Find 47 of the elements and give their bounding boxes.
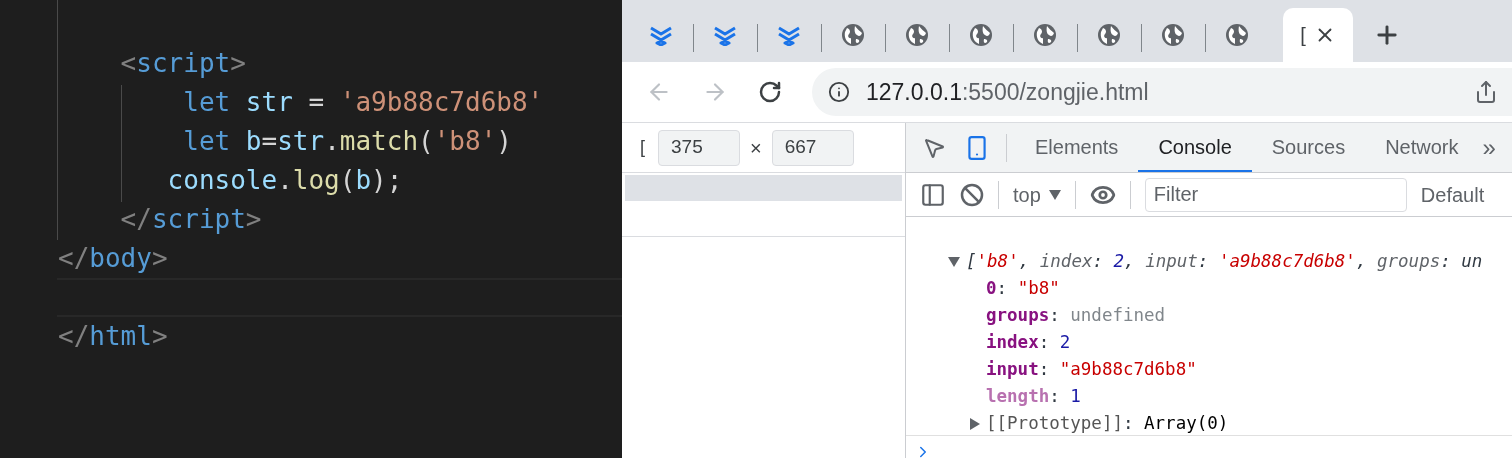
code-line: </body> [58, 243, 168, 273]
clear-icon[interactable] [960, 182, 984, 207]
code-line: <script> [119, 48, 246, 78]
property-row: index: 2 [986, 332, 1071, 352]
filter-field[interactable]: Filter [1144, 177, 1407, 212]
address-bar[interactable]: 127.0.0.1:5500/zongjie.html [812, 68, 1512, 116]
globe-icon [841, 23, 865, 47]
code-line: let str = 'a9b88c7d6b8' [182, 87, 544, 117]
devtools-tab[interactable]: Network [1365, 123, 1479, 172]
expand-triangle-icon[interactable] [948, 256, 960, 267]
device-label: [ [640, 136, 646, 159]
stacked-chevrons-icon [648, 24, 674, 46]
globe-icon [1097, 23, 1121, 47]
globe-icon [905, 23, 929, 47]
array-preview: ['b8', index: 2, input: 'a9b88c7d6b8', groups: un [966, 250, 1483, 273]
code-line: </script> [119, 204, 262, 234]
sidebar-icon[interactable] [920, 181, 946, 208]
property-row: length: 1 [986, 386, 1081, 406]
context-dropdown[interactable]: top [1013, 179, 1061, 210]
levels-dropdown[interactable]: Default [1420, 179, 1485, 210]
property-row: groups: undefined [986, 305, 1166, 325]
code-line: </html> [58, 321, 168, 351]
code-line: let b=str.match('b8') [182, 126, 512, 156]
property-row: 0: "b8" [986, 278, 1060, 298]
devtools-tab[interactable]: Sources [1251, 123, 1366, 172]
more-tabs[interactable]: » [1478, 129, 1496, 166]
code-line: console.log(b); [166, 165, 403, 195]
globe-icon [1033, 23, 1057, 47]
caret-icon [1048, 189, 1061, 200]
property-row: input: "a9b88c7d6b8" [986, 359, 1197, 379]
width-field[interactable]: 375 [658, 129, 740, 166]
expand-triangle-icon[interactable] [970, 417, 980, 430]
url-text: 127.0.0.1:5500/zongjie.html [866, 77, 1150, 107]
browser-tab[interactable]: [ [1283, 8, 1353, 62]
stacked-chevrons-icon [712, 24, 738, 46]
property-row-text: [[Prototype]]: Array(0) [986, 412, 1229, 435]
globe-icon [1161, 23, 1185, 47]
globe-icon [969, 23, 993, 47]
globe-icon [1225, 23, 1249, 47]
reload-icon[interactable] [758, 80, 782, 104]
height-field[interactable]: 667 [771, 129, 854, 166]
share-icon[interactable] [1474, 80, 1498, 104]
dimension-separator: × [750, 135, 762, 161]
devtools-tab[interactable]: Elements [1015, 123, 1139, 172]
stacked-chevrons-icon [776, 24, 802, 46]
info-icon[interactable] [828, 81, 850, 103]
tab-title: [ [1300, 23, 1306, 48]
